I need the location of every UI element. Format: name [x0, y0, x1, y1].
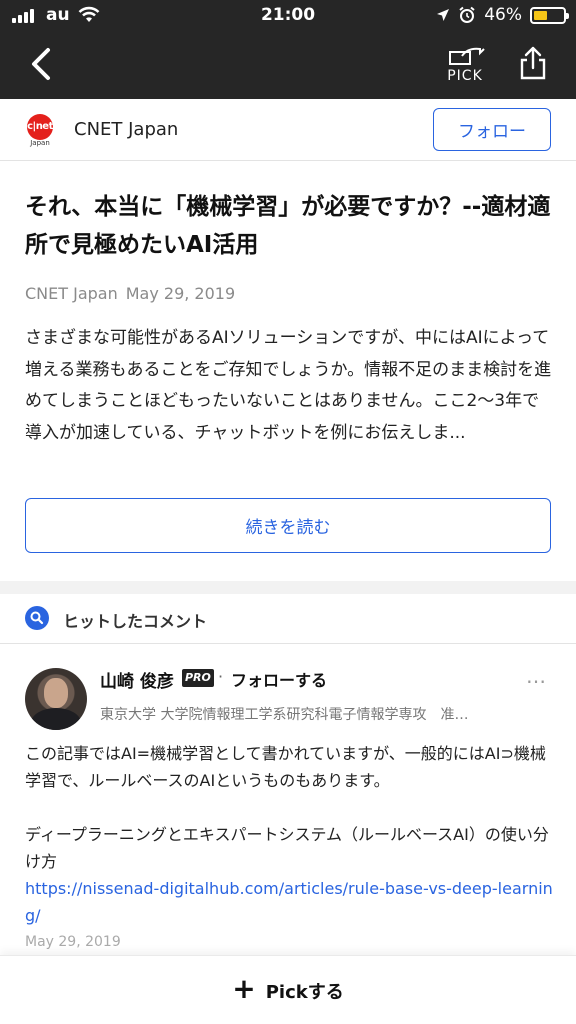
hit-comments-label: ヒットしたコメント	[63, 612, 208, 631]
comment-body: この記事ではAI=機械学習として書かれていますが、一般的にはAI⊃機械学習で、ル…	[25, 740, 553, 929]
battery-percent: 46%	[484, 5, 522, 25]
battery-fill	[534, 10, 547, 20]
article-summary: さまざまな可能性があるAIソリューションですが、中にはAIによって増える業務もあ…	[25, 328, 552, 443]
follow-button[interactable]: フォロー	[433, 108, 551, 151]
pick-action-button[interactable]: + Pickする	[0, 956, 576, 1024]
cnet-logo: c|net Japan	[27, 114, 57, 148]
comment-text-1: この記事ではAI=機械学習として書かれていますが、一般的にはAI⊃機械学習で、ル…	[25, 744, 546, 790]
comment-affiliation: 東京大学 大学院情報理工学系研究科電子情報学専攻 准…	[100, 707, 469, 723]
top-bar: au 21:00 46% PICK	[0, 0, 576, 99]
share-icon[interactable]	[514, 44, 552, 84]
article-meta: CNET Japan May 29, 2019	[25, 284, 235, 303]
pick-action-label: Pickする	[265, 981, 344, 1003]
avatar[interactable]	[25, 668, 87, 730]
comment-spacer	[25, 794, 553, 821]
read-more-button[interactable]: 続きを読む	[25, 498, 551, 553]
pick-icon	[449, 47, 485, 65]
source-row: c|net Japan CNET Japan フォロー	[0, 99, 576, 161]
avatar-body	[31, 708, 81, 730]
source-name[interactable]: CNET Japan	[74, 119, 178, 140]
back-chevron-icon[interactable]	[26, 44, 62, 84]
follow-author-button[interactable]: フォローする	[231, 667, 327, 691]
search-icon	[25, 606, 49, 630]
pro-badge: PRO	[182, 669, 214, 687]
article-source: CNET Japan	[25, 284, 118, 303]
cnet-logo-mark: c|net	[27, 114, 53, 140]
comment-author[interactable]: 山崎 俊彦	[100, 667, 174, 692]
comment-link[interactable]: https://nissenad-digitalhub.com/articles…	[25, 879, 553, 925]
alarm-icon	[459, 6, 475, 23]
status-right: 46%	[436, 5, 569, 25]
battery-icon	[530, 6, 569, 24]
avatar-face	[44, 678, 68, 708]
status-bar: au 21:00 46%	[0, 0, 576, 32]
location-icon	[437, 9, 450, 21]
separator-dot: ·	[218, 667, 224, 686]
more-options-icon[interactable]: …	[526, 666, 552, 688]
comment-date: May 29, 2019	[25, 934, 121, 950]
section-divider	[0, 581, 576, 594]
hit-comments-header: ヒットしたコメント	[0, 594, 576, 644]
article-date: May 29, 2019	[125, 284, 236, 303]
article-title[interactable]: それ、本当に「機械学習」が必要ですか？--適材適所で見極めたいAI活用	[25, 188, 555, 264]
pick-label: PICK	[447, 68, 483, 84]
comment-text-2: ディープラーニングとエキスパートシステム（ルールベースAI）の使い分け方	[25, 825, 549, 871]
pick-button[interactable]: PICK	[440, 44, 490, 88]
plus-icon: +	[232, 972, 256, 1005]
cnet-logo-sub: Japan	[30, 139, 50, 147]
bottom-bar: + Pickする	[0, 955, 576, 1024]
